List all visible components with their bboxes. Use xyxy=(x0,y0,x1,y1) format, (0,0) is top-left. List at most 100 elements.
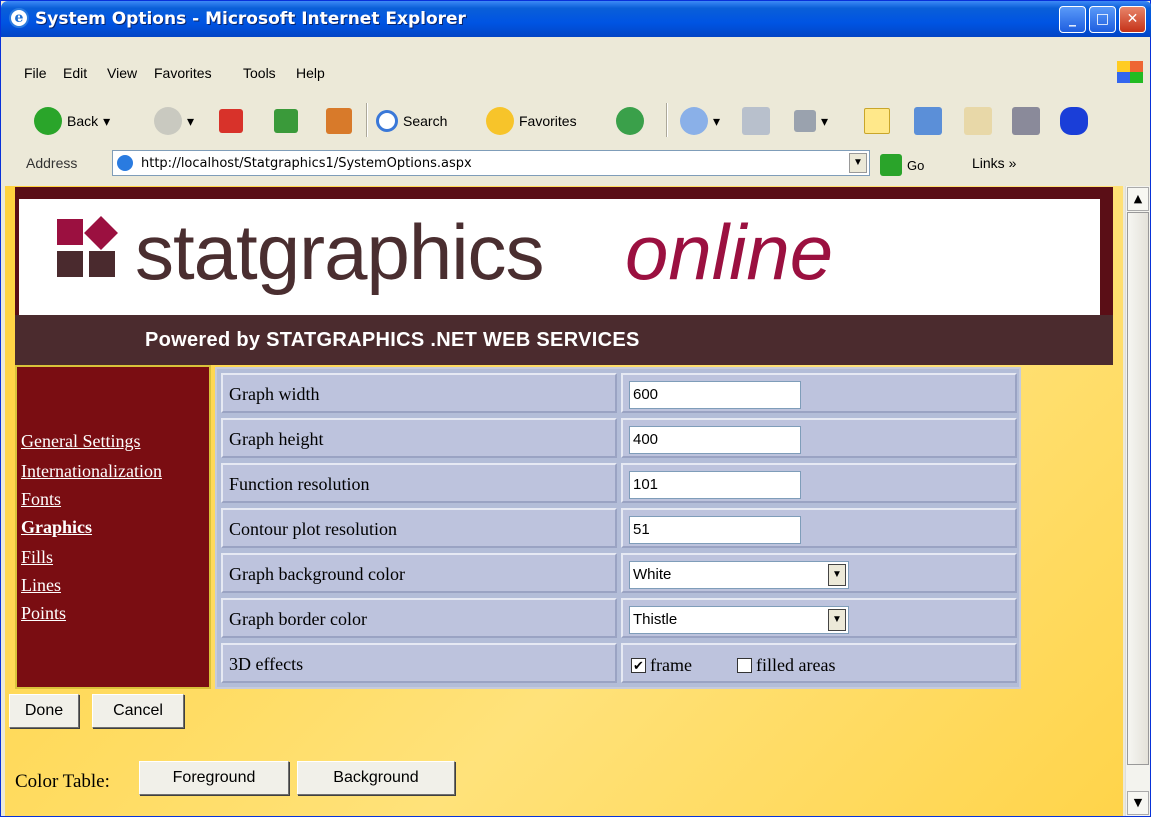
chevron-down-icon[interactable]: ▼ xyxy=(828,564,846,586)
graph-height-input[interactable]: 400 xyxy=(629,426,801,454)
table-row: Graph background color White ▼ xyxy=(221,553,1017,593)
frame-checkbox[interactable]: ✔ frame xyxy=(631,655,692,676)
address-dropdown-icon[interactable]: ▼ xyxy=(849,153,867,173)
forward-button[interactable]: ▾ xyxy=(154,105,194,137)
contour-resolution-input[interactable]: 51 xyxy=(629,516,801,544)
search-button[interactable]: Search xyxy=(376,105,447,137)
go-arrow-icon xyxy=(880,154,902,176)
discuss-button[interactable] xyxy=(864,105,890,137)
table-row: Graph width 600 xyxy=(221,373,1017,413)
scroll-down-icon[interactable]: ▼ xyxy=(1127,791,1149,815)
filled-areas-checkbox[interactable]: filled areas xyxy=(737,655,835,676)
research-icon xyxy=(964,107,992,135)
function-resolution-input[interactable]: 101 xyxy=(629,471,801,499)
search-icon xyxy=(376,110,398,132)
address-input[interactable]: http://localhost/Statgraphics1/SystemOpt… xyxy=(112,150,870,176)
checkmark-icon[interactable]: ✔ xyxy=(631,658,646,673)
mail-icon xyxy=(680,107,708,135)
graph-width-input[interactable]: 600 xyxy=(629,381,801,409)
history-icon xyxy=(616,107,644,135)
done-button[interactable]: Done xyxy=(9,694,79,728)
print-button[interactable] xyxy=(742,105,770,137)
chevron-down-icon[interactable]: ▼ xyxy=(828,609,846,631)
statgraphics-logo-icon xyxy=(57,216,118,279)
brand-online: online xyxy=(625,208,834,296)
table-row: Graph border color Thistle ▼ xyxy=(221,598,1017,638)
bluetooth-icon xyxy=(1060,107,1088,135)
graph-height-label: Graph height xyxy=(229,429,324,449)
border-color-select[interactable]: Thistle ▼ xyxy=(629,606,849,634)
links-button[interactable]: Links » xyxy=(972,155,1016,171)
print-icon xyxy=(742,107,770,135)
browser-window: e System Options - Microsoft Internet Ex… xyxy=(0,0,1151,817)
powered-by-text: Powered by STATGRAPHICS .NET WEB SERVICE… xyxy=(145,329,640,351)
close-button[interactable]: ✕ xyxy=(1119,6,1146,33)
menu-help[interactable]: Help xyxy=(296,65,325,81)
media-button[interactable] xyxy=(1012,105,1040,137)
minimize-button[interactable]: _ xyxy=(1059,6,1086,33)
menu-file[interactable]: File xyxy=(24,65,47,81)
table-row: Contour plot resolution 51 xyxy=(221,508,1017,548)
contour-resolution-label: Contour plot resolution xyxy=(229,519,397,539)
nav-lines[interactable]: Lines xyxy=(21,575,61,596)
research-button[interactable] xyxy=(964,105,992,137)
options-nav: General Settings Internationalization Fo… xyxy=(15,365,211,689)
table-row: Graph height 400 xyxy=(221,418,1017,458)
menu-view[interactable]: View xyxy=(107,65,137,81)
address-label: Address xyxy=(26,155,78,171)
title-bar: e System Options - Microsoft Internet Ex… xyxy=(1,1,1151,37)
windows-logo-icon xyxy=(1117,61,1143,83)
nav-points[interactable]: Points xyxy=(21,603,66,624)
table-row: Function resolution 101 xyxy=(221,463,1017,503)
refresh-icon xyxy=(274,109,298,133)
nav-fonts[interactable]: Fonts xyxy=(21,489,61,510)
function-resolution-label: Function resolution xyxy=(229,474,370,494)
background-button[interactable]: Background xyxy=(297,761,455,795)
menu-favorites[interactable]: Favorites xyxy=(154,65,212,81)
mail-button[interactable]: ▾ xyxy=(680,105,720,137)
forward-arrow-icon xyxy=(154,107,182,135)
maximize-button[interactable]: □ xyxy=(1089,6,1116,33)
messenger-button[interactable] xyxy=(914,105,942,137)
graphics-settings-table: Graph width 600 Graph height 400 Functio… xyxy=(215,367,1021,689)
stop-button[interactable] xyxy=(219,105,243,137)
menu-tools[interactable]: Tools xyxy=(243,65,276,81)
bg-color-select[interactable]: White ▼ xyxy=(629,561,849,589)
cancel-button[interactable]: Cancel xyxy=(92,694,184,728)
refresh-button[interactable] xyxy=(274,105,298,137)
nav-general-settings[interactable]: General Settings xyxy=(21,431,140,452)
scroll-up-icon[interactable]: ▲ xyxy=(1127,187,1149,211)
media-icon xyxy=(1012,107,1040,135)
favorites-star-icon xyxy=(486,107,514,135)
page-icon xyxy=(117,155,133,171)
effects-label: 3D effects xyxy=(229,654,304,674)
address-url: http://localhost/Statgraphics1/SystemOpt… xyxy=(141,156,472,171)
home-button[interactable] xyxy=(326,105,352,137)
scroll-thumb[interactable] xyxy=(1127,212,1149,765)
nav-graphics[interactable]: Graphics xyxy=(21,517,92,538)
history-button[interactable] xyxy=(616,105,644,137)
bluetooth-button[interactable] xyxy=(1060,105,1088,137)
ie-logo-icon: e xyxy=(9,8,29,28)
back-button[interactable]: Back ▾ xyxy=(34,105,110,137)
messenger-icon xyxy=(914,107,942,135)
edit-icon xyxy=(794,110,816,132)
vertical-scrollbar[interactable]: ▲ ▼ xyxy=(1125,186,1150,816)
address-bar: Address http://localhost/Statgraphics1/S… xyxy=(4,147,1149,181)
statgraphics-banner: statgraphics online Powered by STATGRAPH… xyxy=(15,187,1113,365)
go-button[interactable]: Go xyxy=(880,154,924,176)
favorites-button[interactable]: Favorites xyxy=(486,105,577,137)
menu-edit[interactable]: Edit xyxy=(63,65,87,81)
edit-button[interactable]: ▾ xyxy=(794,105,828,137)
border-color-label: Graph border color xyxy=(229,609,367,629)
home-icon xyxy=(326,108,352,134)
nav-internationalization[interactable]: Internationalization xyxy=(21,461,162,482)
bg-color-label: Graph background color xyxy=(229,564,405,584)
toolbar: Back ▾ ▾ Search Favorites ▾ ▾ xyxy=(4,97,1149,145)
graph-width-label: Graph width xyxy=(229,384,320,404)
nav-fills[interactable]: Fills xyxy=(21,547,53,568)
back-arrow-icon xyxy=(34,107,62,135)
color-table-label: Color Table: xyxy=(15,771,110,792)
foreground-button[interactable]: Foreground xyxy=(139,761,289,795)
window-title: System Options - Microsoft Internet Expl… xyxy=(35,9,466,29)
